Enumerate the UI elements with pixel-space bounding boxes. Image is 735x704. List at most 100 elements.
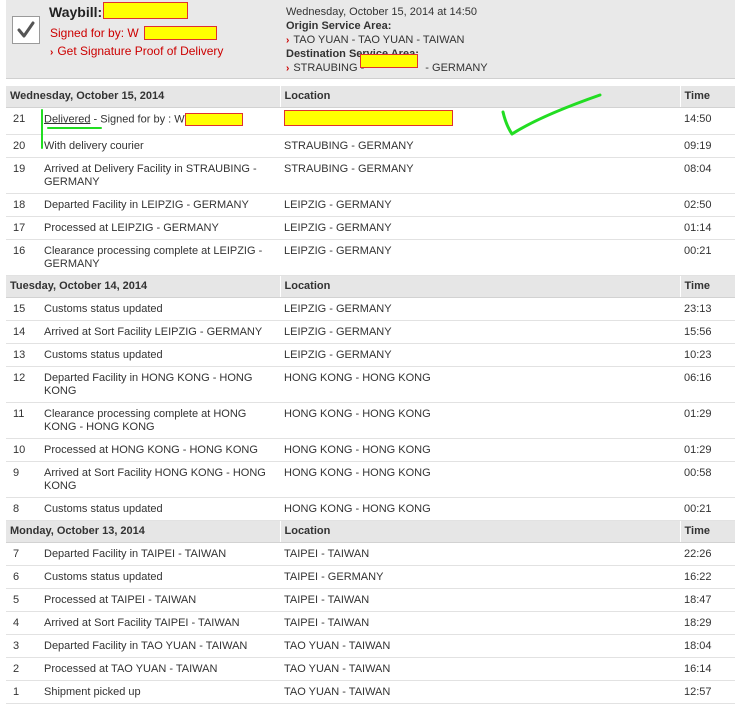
event-description: Departed Facility in LEIPZIG - GERMANY	[40, 193, 280, 217]
signer-name-redaction	[144, 26, 217, 40]
event-location: HONG KONG - HONG KONG	[280, 497, 680, 521]
location-column-header: Location	[279, 86, 680, 108]
event-time: 12:57	[680, 680, 735, 704]
event-time: 06:16	[680, 366, 735, 403]
event-number: 16	[6, 239, 40, 276]
event-number: 17	[6, 216, 40, 240]
event-number: 21	[6, 107, 40, 135]
event-location: TAIPEI - TAIWAN	[280, 588, 680, 612]
event-number: 2	[6, 657, 40, 681]
event-number: 13	[6, 343, 40, 367]
event-description: Clearance processing complete at HONG KO…	[40, 402, 280, 439]
table-row: 2 Processed at TAO YUAN - TAIWAN TAO YUAN …	[6, 657, 735, 681]
table-row: 13 Customs status updated LEIPZIG - GERMAN…	[6, 343, 735, 367]
day-date: Tuesday, October 14, 2014	[6, 275, 280, 298]
day-header-row: Wednesday, October 15, 2014 Location Time	[6, 86, 735, 108]
day-header-row: Tuesday, October 14, 2014 Location Time	[6, 275, 735, 298]
location-column-header: Location	[279, 520, 680, 543]
table-row: 11 Clearance processing complete at HONG …	[6, 402, 735, 439]
event-number: 10	[6, 438, 40, 462]
shipment-header: Waybill: Signed for by: W › Get Signature…	[6, 0, 735, 79]
table-row: 12 Departed Facility in HONG KONG - HONG …	[6, 366, 735, 403]
event-number: 6	[6, 565, 40, 589]
event-number: 12	[6, 366, 40, 403]
event-location: LEIPZIG - GERMANY	[280, 320, 680, 344]
event-time: 18:47	[680, 588, 735, 612]
chevron-right-icon: ›	[286, 35, 290, 46]
event-time: 23:13	[680, 297, 735, 321]
event-location: TAO YUAN - TAIWAN	[280, 657, 680, 681]
event-location: TAIPEI - TAIWAN	[280, 542, 680, 566]
event-description: Customs status updated	[40, 297, 280, 321]
event-location: LEIPZIG - GERMANY	[280, 216, 680, 240]
origin-label: Origin Service Area:	[286, 20, 392, 32]
signature-proof-link[interactable]: › Get Signature Proof of Delivery	[50, 44, 223, 58]
event-description: Customs status updated	[40, 565, 280, 589]
event-time: 00:58	[680, 461, 735, 498]
event-time: 22:26	[680, 542, 735, 566]
day-date: Monday, October 13, 2014	[6, 520, 280, 543]
event-description: Customs status updated	[40, 343, 280, 367]
event-description: Arrived at Sort Facility TAIPEI - TAIWAN	[40, 611, 280, 635]
table-row: 5 Processed at TAIPEI - TAIWAN TAIPEI - TA…	[6, 588, 735, 612]
event-description: Shipment picked up	[40, 680, 280, 704]
table-row: 8 Customs status updated HONG KONG - HONG …	[6, 497, 735, 521]
event-description: Departed Facility in TAIPEI - TAIWAN	[40, 542, 280, 566]
table-row: 1 Shipment picked up TAO YUAN - TAIWAN 12:5…	[6, 680, 735, 704]
event-time: 00:21	[680, 497, 735, 521]
day-header-row: Monday, October 13, 2014 Location Time	[6, 520, 735, 543]
event-time: 15:56	[680, 320, 735, 344]
table-row: 4 Arrived at Sort Facility TAIPEI - TAIWA…	[6, 611, 735, 635]
event-description: Processed at HONG KONG - HONG KONG	[40, 438, 280, 462]
table-row: 3 Departed Facility in TAO YUAN - TAIWAN T…	[6, 634, 735, 658]
event-time: 09:19	[680, 134, 735, 158]
event-location: HONG KONG - HONG KONG	[280, 461, 680, 498]
event-description: Departed Facility in TAO YUAN - TAIWAN	[40, 634, 280, 658]
event-location: TAO YUAN - TAIWAN	[280, 634, 680, 658]
event-time: 18:04	[680, 634, 735, 658]
event-time: 18:29	[680, 611, 735, 635]
waybill-number-redaction	[103, 2, 188, 19]
table-row: 16 Clearance processing complete at LEIPZ…	[6, 239, 735, 276]
signer-name-redaction	[184, 113, 243, 126]
table-row: 17 Processed at LEIPZIG - GERMANY LEIPZIG …	[6, 216, 735, 240]
table-row: 20 With delivery courier STRAUBING - GERMA…	[6, 134, 735, 158]
tracking-events-table: Wednesday, October 15, 2014 Location Time 2…	[6, 86, 735, 704]
event-description: Processed at TAIPEI - TAIWAN	[40, 588, 280, 612]
event-number: 5	[6, 588, 40, 612]
location-column-header: Location	[279, 275, 680, 298]
chevron-right-icon: ›	[50, 47, 54, 58]
event-number: 8	[6, 497, 40, 521]
origin-value: › TAO YUAN - TAO YUAN - TAIWAN	[286, 34, 465, 46]
event-time: 08:04	[680, 157, 735, 194]
event-number: 20	[6, 134, 40, 158]
event-time: 14:50	[680, 107, 735, 135]
event-time: 01:14	[680, 216, 735, 240]
table-row: 15 Customs status updated LEIPZIG - GERMAN…	[6, 297, 735, 321]
event-description: Customs status updated	[40, 497, 280, 521]
event-description: Arrived at Sort Facility HONG KONG - HON…	[40, 461, 280, 498]
event-number: 9	[6, 461, 40, 498]
event-location: HONG KONG - HONG KONG	[280, 438, 680, 462]
event-number: 11	[6, 402, 40, 439]
table-row: 6 Customs status updated TAIPEI - GERMANY 1…	[6, 565, 735, 589]
event-description: Clearance processing complete at LEIPZIG…	[40, 239, 280, 276]
delivered-link[interactable]: Delivered	[44, 113, 90, 125]
table-row: 21 Delivered - Signed for by : W 14:50	[6, 107, 735, 135]
event-location: HONG KONG - HONG KONG	[280, 402, 680, 439]
event-number: 4	[6, 611, 40, 635]
signed-for-label: Signed for by: W	[50, 26, 139, 40]
chevron-right-icon: ›	[286, 63, 290, 74]
event-description: Arrived at Delivery Facility in STRAUBIN…	[40, 157, 280, 194]
table-row: 7 Departed Facility in TAIPEI - TAIWAN TAI…	[6, 542, 735, 566]
event-description: Departed Facility in HONG KONG - HONG KO…	[40, 366, 280, 403]
waybill-label: Waybill:	[49, 4, 103, 20]
event-time: 01:29	[680, 402, 735, 439]
event-description: Arrived at Sort Facility LEIPZIG - GERMA…	[40, 320, 280, 344]
table-row: 19 Arrived at Delivery Facility in STRAUB…	[6, 157, 735, 194]
table-row: 18 Departed Facility in LEIPZIG - GERMANY…	[6, 193, 735, 217]
time-column-header: Time	[679, 86, 735, 108]
event-time: 02:50	[680, 193, 735, 217]
event-number: 18	[6, 193, 40, 217]
event-location: LEIPZIG - GERMANY	[280, 343, 680, 367]
